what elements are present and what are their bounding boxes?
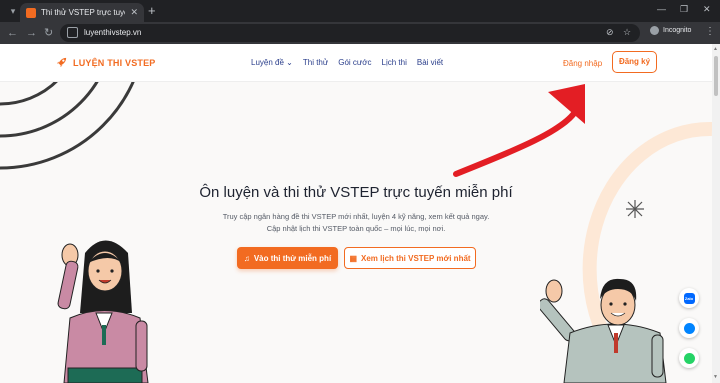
- close-window-icon[interactable]: ✕: [703, 4, 711, 15]
- rocket-icon: [56, 57, 67, 68]
- incognito-indicator[interactable]: Incognito: [650, 26, 691, 35]
- restore-icon[interactable]: ❐: [680, 4, 688, 15]
- tab-search-icon[interactable]: ▾: [6, 4, 20, 18]
- nav-luyen-de[interactable]: Luyện đề ⌄: [251, 58, 293, 67]
- messenger-icon: [683, 322, 695, 334]
- phone-call-button[interactable]: [679, 348, 699, 368]
- site-info-icon[interactable]: [67, 27, 78, 38]
- favicon-icon: [26, 7, 36, 18]
- browser-menu-icon[interactable]: ⋮: [705, 26, 715, 37]
- messenger-chat-button[interactable]: [679, 318, 699, 338]
- zalo-chat-button[interactable]: Zalo: [679, 288, 699, 308]
- chevron-down-icon: ⌄: [286, 58, 293, 67]
- main-nav: Luyện đề ⌄ Thi thử Gói cước Lịch thi Bài…: [251, 58, 443, 67]
- browser-toolbar: ← → ↻ luyenthivstep.vn ⊘ ☆ Incognito ⋮: [0, 22, 720, 44]
- back-icon[interactable]: ←: [7, 26, 18, 40]
- calendar-icon: ▦: [349, 253, 357, 263]
- scroll-up-icon[interactable]: ▲: [713, 46, 718, 52]
- scrollbar-thumb[interactable]: [714, 56, 718, 96]
- site-header: LUYỆN THI VSTEP Luyện đề ⌄ Thi thử Gói c…: [0, 44, 712, 82]
- boy-illustration: [540, 278, 667, 383]
- hero-subtitle: Cập nhật lịch thi VSTEP toàn quốc – mọi …: [266, 224, 446, 233]
- headphones-icon: ♫: [243, 253, 250, 263]
- eye-off-icon[interactable]: ⊘: [606, 27, 614, 38]
- view-exam-schedule-button[interactable]: ▦ Xem lịch thi VSTEP mới nhất: [344, 247, 476, 269]
- close-tab-icon[interactable]: ✕: [130, 7, 138, 18]
- hero-subtitle: Truy cập ngân hàng đề thi VSTEP mới nhất…: [222, 212, 490, 221]
- tab-title: Thi thử VSTEP trực tuyến miễn: [41, 8, 125, 17]
- scroll-down-icon[interactable]: ▼: [713, 374, 718, 380]
- phone-icon: [683, 352, 695, 364]
- url-text: luyenthivstep.vn: [84, 28, 142, 37]
- web-page: LUYỆN THI VSTEP Luyện đề ⌄ Thi thử Gói c…: [0, 44, 712, 383]
- brand-name: LUYỆN THI VSTEP: [73, 57, 156, 68]
- page-scrollbar[interactable]: ▲ ▼: [712, 44, 720, 383]
- reload-icon[interactable]: ↻: [44, 26, 53, 40]
- nav-bai-viet[interactable]: Bài viết: [417, 58, 443, 67]
- nav-lich-thi[interactable]: Lịch thi: [382, 58, 407, 67]
- browser-tab[interactable]: Thi thử VSTEP trực tuyến miễn ✕: [20, 3, 144, 22]
- girl-illustration: [57, 240, 149, 383]
- start-free-test-button[interactable]: ♫ Vào thi thử miễn phí: [237, 247, 338, 269]
- nav-thi-thu[interactable]: Thi thử: [303, 58, 328, 67]
- incognito-icon: [650, 26, 659, 35]
- register-button[interactable]: Đăng ký: [612, 51, 657, 73]
- login-link[interactable]: Đăng nhập: [563, 59, 602, 68]
- nav-goi-cuoc[interactable]: Gói cước: [338, 58, 371, 67]
- bookmark-star-icon[interactable]: ☆: [623, 27, 631, 38]
- minimize-icon[interactable]: —: [657, 4, 666, 14]
- hero-title: Ôn luyện và thi thử VSTEP trực tuyến miễ…: [199, 184, 513, 201]
- new-tab-icon[interactable]: +: [148, 4, 156, 17]
- zalo-icon: Zalo: [683, 292, 695, 304]
- incognito-label: Incognito: [663, 27, 692, 34]
- browser-tab-bar: ▾ Thi thử VSTEP trực tuyến miễn ✕ + — ❐ …: [0, 0, 720, 22]
- site-logo[interactable]: LUYỆN THI VSTEP: [55, 56, 156, 69]
- forward-icon[interactable]: →: [26, 26, 37, 40]
- address-bar[interactable]: luyenthivstep.vn ⊘ ☆: [60, 24, 640, 42]
